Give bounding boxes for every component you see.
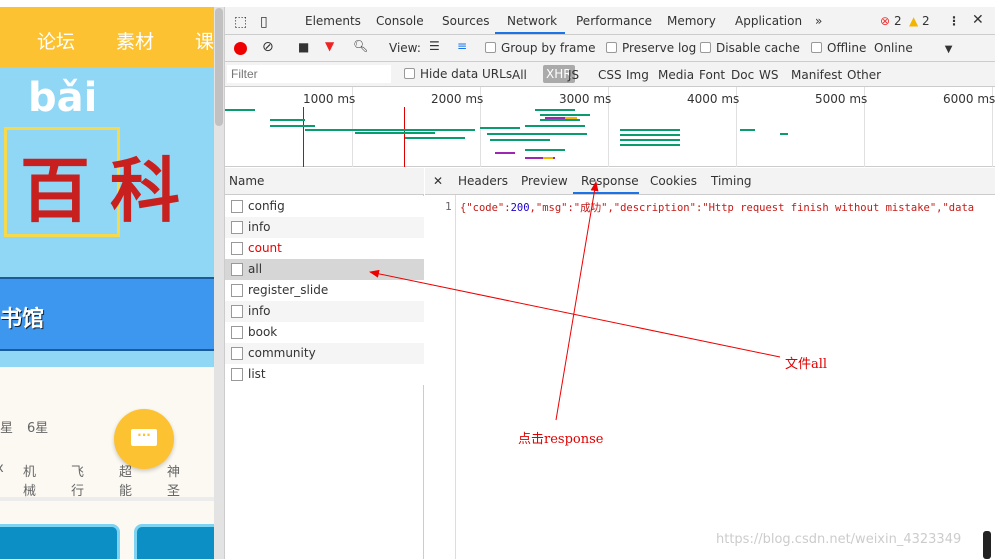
annotation-arrows [369,181,781,421]
watermark: https://blog.csdn.net/weixin_4323349 [716,532,962,547]
annotation-file-all: 文件all [785,357,828,372]
annotation-click-response: 点击response [518,432,604,447]
arrow-to-response [555,181,599,421]
arrow-to-all [369,269,781,358]
